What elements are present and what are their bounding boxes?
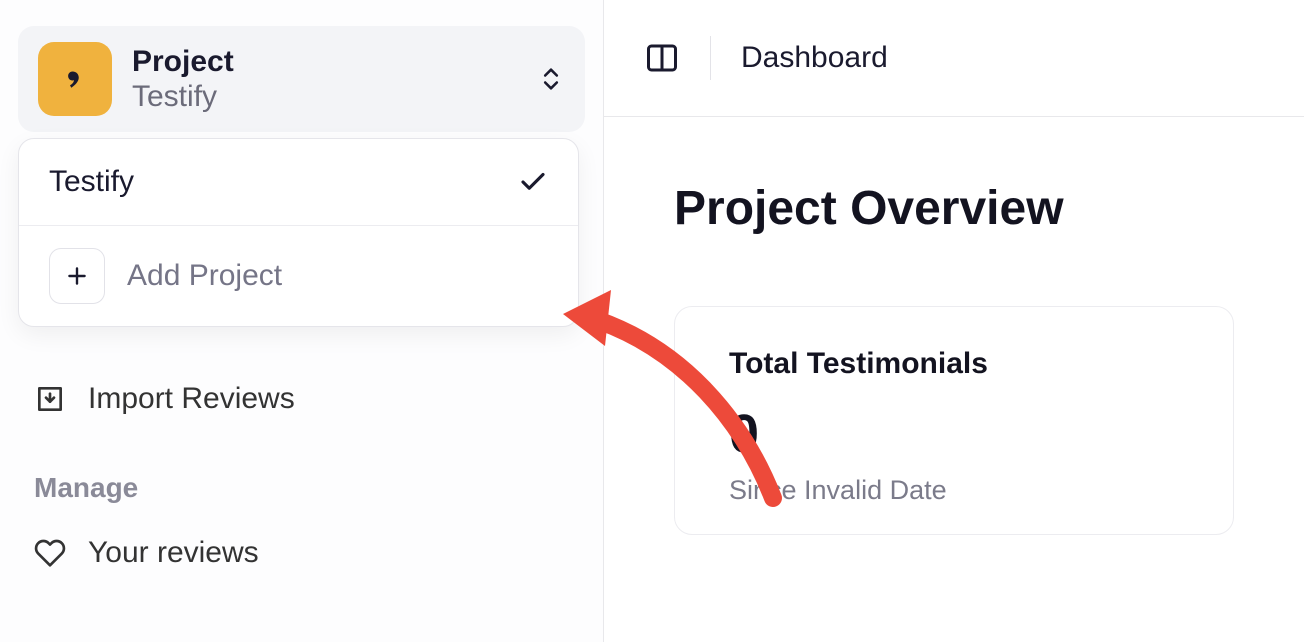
plus-icon: [49, 248, 105, 304]
comma-icon: [60, 64, 90, 94]
main-content: Dashboard Project Overview Total Testimo…: [604, 0, 1304, 642]
dropdown-item-label: Testify: [49, 165, 134, 199]
add-project-button[interactable]: Add Project: [19, 226, 578, 326]
sidebar-item-label: Your reviews: [88, 536, 259, 570]
total-testimonials-card: Total Testimonials 0 Since Invalid Date: [674, 306, 1234, 535]
card-value: 0: [729, 407, 1179, 461]
topbar: Dashboard: [604, 0, 1304, 117]
chevrons-updown-icon: [537, 65, 565, 93]
heart-icon: [34, 537, 66, 569]
topbar-divider: [710, 36, 711, 80]
sidebar-section-manage: Manage: [18, 472, 585, 504]
project-dropdown: Testify Add Project: [18, 138, 579, 327]
page-title: Project Overview: [674, 181, 1234, 236]
sidebar-item-your-reviews[interactable]: Your reviews: [18, 522, 585, 584]
sidebar: Project Testify Testify Add Project Impo…: [0, 0, 604, 642]
check-icon: [518, 167, 548, 197]
import-icon: [34, 383, 66, 415]
project-selector-name: Testify: [132, 80, 517, 113]
project-selector-label: Project: [132, 45, 517, 78]
breadcrumb: Dashboard: [741, 41, 888, 75]
project-selector[interactable]: Project Testify: [18, 26, 585, 132]
project-logo: [38, 42, 112, 116]
project-selector-text: Project Testify: [132, 45, 517, 113]
add-project-label: Add Project: [127, 259, 282, 293]
panel-toggle-icon[interactable]: [644, 40, 680, 76]
sidebar-item-label: Import Reviews: [88, 382, 295, 416]
card-label: Total Testimonials: [729, 347, 1179, 381]
sidebar-item-import-reviews[interactable]: Import Reviews: [18, 368, 585, 430]
dropdown-item-testify[interactable]: Testify: [19, 139, 578, 226]
card-subtext: Since Invalid Date: [729, 475, 1179, 506]
